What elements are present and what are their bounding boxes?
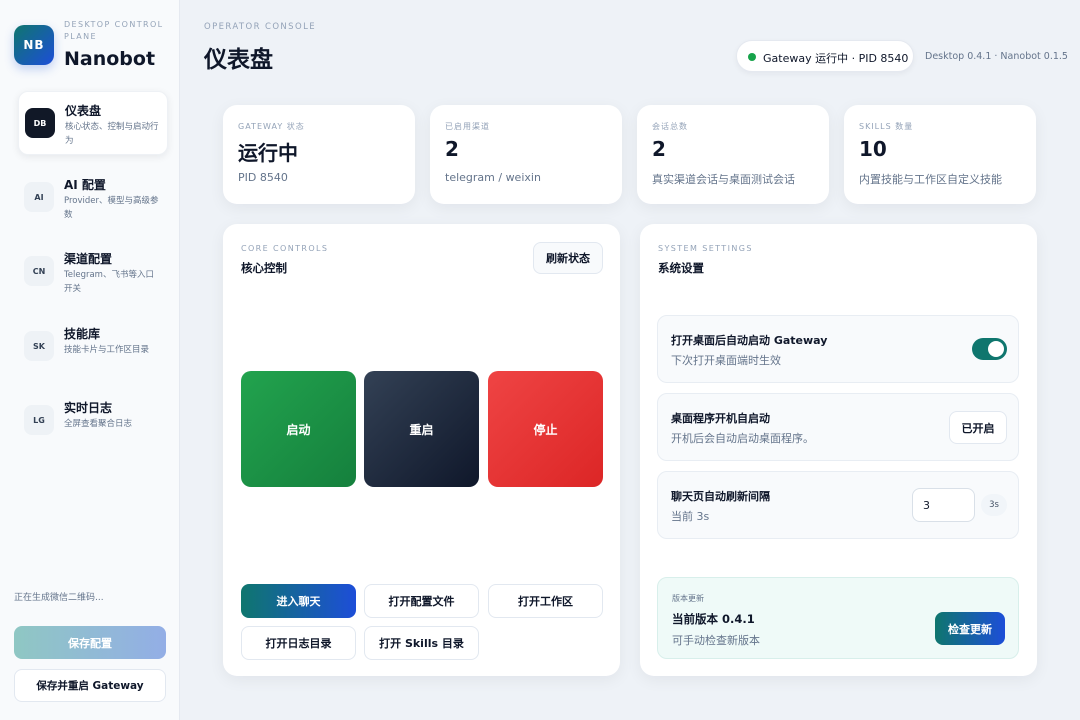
brand-subtitle: DESKTOP CONTROL PLANE (64, 20, 164, 41)
update-eyebrow: 版本更新 (672, 594, 704, 603)
open-logs-dir-button[interactable]: 打开日志目录 (241, 626, 356, 660)
gateway-status-pill: Gateway 运行中 · PID 8540 (736, 40, 914, 72)
panel-title: 核心控制 (241, 261, 287, 275)
setting-launch-at-login: 桌面程序开机自启动 开机后会自动启动桌面程序。 已开启 (657, 393, 1019, 461)
brand-name: Nanobot (64, 48, 156, 70)
start-button[interactable]: 启动 (241, 371, 356, 487)
setting-desc: 开机后会自动启动桌面程序。 (671, 432, 814, 445)
sidebar-item-desc: 核心状态、控制与启动行为 (65, 122, 159, 146)
panel-title: 系统设置 (658, 261, 704, 275)
sidebar: NB DESKTOP CONTROL PLANE Nanobot DB 仪表盘 … (0, 0, 180, 720)
stat-label: 会话总数 (652, 122, 688, 131)
dashboard-badge-icon: DB (25, 108, 55, 138)
stat-value: 10 (859, 137, 887, 161)
setting-title: 桌面程序开机自启动 (671, 412, 770, 425)
stat-sub: 真实渠道会话与桌面测试会话 (652, 173, 795, 186)
sidebar-item-skills[interactable]: SK 技能库 技能卡片与工作区目录 (18, 315, 168, 379)
stat-label: 已启用渠道 (445, 122, 490, 131)
stat-value: 2 (652, 137, 666, 161)
stat-label: GATEWAY 状态 (238, 122, 305, 131)
brand: NB DESKTOP CONTROL PLANE Nanobot (14, 16, 174, 76)
stat-card-skills: SKILLS 数量 10 内置技能与工作区自定义技能 (844, 105, 1036, 204)
launch-at-login-button[interactable]: 已开启 (949, 411, 1007, 444)
sidebar-item-ai-config[interactable]: AI AI 配置 Provider、模型与高级参数 (18, 166, 168, 230)
stop-button[interactable]: 停止 (488, 371, 603, 487)
panel-eyebrow: CORE CONTROLS (241, 244, 329, 253)
stat-value: 2 (445, 137, 459, 161)
stat-card-sessions: 会话总数 2 真实渠道会话与桌面测试会话 (637, 105, 829, 204)
stat-card-gateway: GATEWAY 状态 运行中 PID 8540 (223, 105, 415, 204)
stat-sub: telegram / weixin (445, 171, 541, 184)
gateway-status-text: Gateway 运行中 · PID 8540 (763, 52, 909, 65)
setting-desc: 当前 3s (671, 510, 710, 523)
save-config-button[interactable]: 保存配置 (14, 626, 166, 659)
page-title: 仪表盘 (204, 47, 273, 73)
stat-sub: 内置技能与工作区自定义技能 (859, 173, 1002, 186)
sidebar-item-title: 技能库 (64, 327, 101, 341)
sidebar-item-channels[interactable]: CN 渠道配置 Telegram、飞书等入口开关 (18, 240, 168, 304)
refresh-status-button[interactable]: 刷新状态 (533, 242, 603, 274)
stat-card-channels: 已启用渠道 2 telegram / weixin (430, 105, 622, 204)
system-settings-panel: SYSTEM SETTINGS 系统设置 打开桌面后自动启动 Gateway 下… (640, 224, 1037, 676)
qr-status-text: 正在生成微信二维码... (14, 593, 104, 603)
stat-label: SKILLS 数量 (859, 122, 914, 131)
core-controls-panel: CORE CONTROLS 核心控制 刷新状态 启动 重启 停止 进入聊天 打开… (223, 224, 620, 676)
app-logo: NB (14, 25, 54, 65)
skills-badge-icon: SK (24, 331, 54, 361)
open-skills-dir-button[interactable]: 打开 Skills 目录 (364, 626, 479, 660)
header-eyebrow: OPERATOR CONSOLE (204, 22, 316, 32)
open-workspace-button[interactable]: 打开工作区 (488, 584, 603, 618)
toggle-knob (988, 341, 1004, 357)
version-update-box: 版本更新 当前版本 0.4.1 可手动检查新版本 检查更新 (657, 577, 1019, 659)
channels-badge-icon: CN (24, 256, 54, 286)
enter-chat-button[interactable]: 进入聊天 (241, 584, 356, 618)
stat-value: 运行中 (238, 141, 298, 165)
stat-sub: PID 8540 (238, 171, 288, 184)
interval-unit-badge: 3s (981, 494, 1007, 516)
save-restart-gateway-button[interactable]: 保存并重启 Gateway (14, 669, 166, 702)
sidebar-item-desc: 全屏查看聚合日志 (64, 419, 133, 429)
check-update-button[interactable]: 检查更新 (935, 612, 1005, 645)
current-version: 当前版本 0.4.1 (672, 612, 755, 626)
setting-autostart-gateway: 打开桌面后自动启动 Gateway 下次打开桌面端时生效 (657, 315, 1019, 383)
restart-button[interactable]: 重启 (364, 371, 479, 487)
ai-badge-icon: AI (24, 182, 54, 212)
setting-title: 聊天页自动刷新间隔 (671, 490, 770, 503)
sidebar-item-title: 实时日志 (64, 401, 113, 415)
sidebar-item-logs[interactable]: LG 实时日志 全屏查看聚合日志 (18, 389, 168, 453)
sidebar-item-title: 渠道配置 (64, 252, 113, 266)
sidebar-item-desc: Telegram、飞书等入口开关 (64, 270, 154, 294)
version-info: Desktop 0.4.1 · Nanobot 0.1.5 (925, 51, 1068, 62)
logs-badge-icon: LG (24, 405, 54, 435)
setting-title: 打开桌面后自动启动 Gateway (671, 334, 828, 347)
autostart-gateway-toggle[interactable] (972, 338, 1007, 360)
setting-desc: 下次打开桌面端时生效 (671, 354, 781, 367)
setting-refresh-interval: 聊天页自动刷新间隔 当前 3s 3s (657, 471, 1019, 539)
update-desc: 可手动检查新版本 (672, 634, 760, 647)
sidebar-item-title: AI 配置 (64, 178, 106, 192)
sidebar-item-dashboard[interactable]: DB 仪表盘 核心状态、控制与启动行为 (18, 91, 168, 155)
open-config-file-button[interactable]: 打开配置文件 (364, 584, 479, 618)
status-dot-icon (748, 53, 756, 61)
panel-eyebrow: SYSTEM SETTINGS (658, 244, 753, 253)
sidebar-item-desc: Provider、模型与高级参数 (64, 196, 159, 220)
sidebar-item-title: 仪表盘 (65, 104, 102, 118)
sidebar-item-desc: 技能卡片与工作区目录 (64, 345, 150, 355)
refresh-interval-input[interactable] (912, 488, 975, 522)
